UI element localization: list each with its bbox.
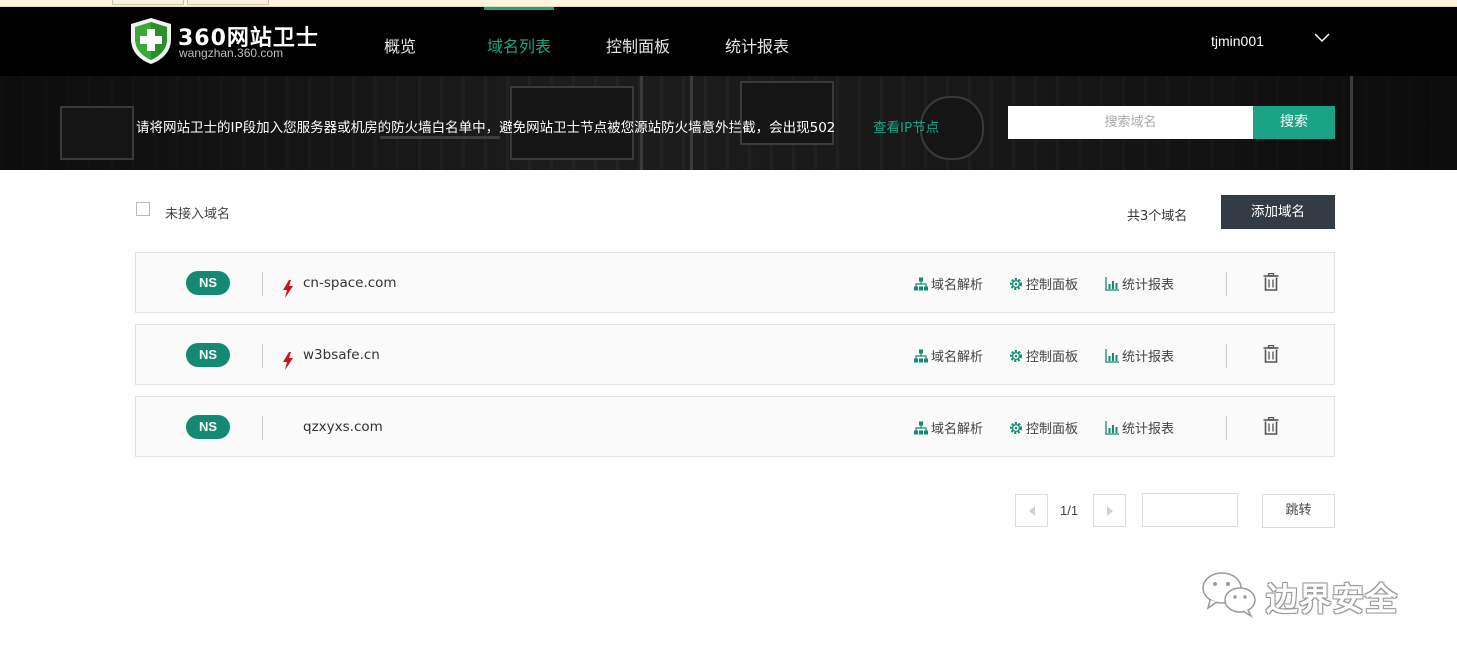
notice-banner: 请将网站卫士的IP段加入您服务器或机房的防火墙白名单中，避免网站卫士节点被您源站… — [0, 76, 1457, 170]
divider — [1226, 416, 1227, 440]
trash-icon[interactable] — [1263, 273, 1279, 291]
ns-badge: NS — [186, 415, 230, 439]
nav-item-domain-list[interactable]: 域名列表 — [487, 33, 551, 57]
gear-icon — [1010, 349, 1022, 362]
page-info: 1/1 — [1060, 503, 1079, 518]
domain-search-input[interactable] — [1008, 106, 1253, 139]
statistics-label: 统计报表 — [1122, 350, 1175, 365]
dns-resolve-label: 域名解析 — [931, 278, 984, 293]
add-domain-button[interactable]: 添加域名 — [1221, 195, 1335, 229]
trash-icon[interactable] — [1263, 417, 1279, 435]
statistics-label: 统计报表 — [1122, 422, 1175, 437]
divider — [262, 272, 263, 296]
dns-resolve-link[interactable]: 域名解析 — [914, 274, 983, 293]
firewall-notice: 请将网站卫士的IP段加入您服务器或机房的防火墙白名单中，避免网站卫士节点被您源站… — [136, 120, 836, 136]
view-ip-nodes-link[interactable]: 查看IP节点 — [873, 116, 939, 136]
banner-decoration — [60, 106, 134, 160]
jump-button[interactable]: 跳转 — [1262, 494, 1335, 528]
wechat-icon — [1202, 572, 1256, 618]
divider — [1226, 272, 1227, 296]
sitemap-icon — [914, 421, 928, 434]
browser-tab[interactable] — [187, 0, 269, 5]
top-navigation: 360网站卫士 wangzhan.360.com 概览 域名列表 控制面板 统计… — [0, 7, 1457, 76]
bar-chart-icon — [1105, 348, 1119, 363]
domain-row: NS cn-space.com 域名解析 控制面板 统计报表 — [135, 252, 1335, 313]
domain-name[interactable]: qzxyxs.com — [303, 419, 383, 435]
ns-badge: NS — [186, 271, 230, 295]
domain-name[interactable]: cn-space.com — [303, 275, 397, 291]
statistics-link[interactable]: 统计报表 — [1105, 346, 1174, 365]
divider — [262, 344, 263, 368]
banner-decoration — [380, 136, 500, 139]
watermark-text: 边界安全 — [1266, 580, 1399, 618]
logo-subtitle: wangzhan.360.com — [179, 46, 284, 60]
unconnected-domains-label: 未接入域名 — [165, 207, 231, 222]
bar-chart-icon — [1105, 276, 1119, 291]
statistics-label: 统计报表 — [1122, 278, 1175, 293]
control-panel-label: 控制面板 — [1026, 350, 1079, 365]
prev-page-button[interactable] — [1015, 494, 1048, 527]
domain-row: NS w3bsafe.cn 域名解析 控制面板 统计报表 — [135, 324, 1335, 385]
unconnected-domains-checkbox[interactable] — [136, 202, 150, 216]
divider — [262, 416, 263, 440]
dns-resolve-label: 域名解析 — [931, 350, 984, 365]
shield-logo-icon — [131, 18, 171, 64]
chevron-down-icon[interactable] — [1314, 33, 1330, 43]
sitemap-icon — [914, 349, 928, 362]
nav-item-overview[interactable]: 概览 — [384, 33, 416, 57]
lightning-alert-icon — [283, 352, 293, 370]
browser-tab[interactable] — [112, 0, 184, 5]
gear-icon — [1010, 277, 1022, 290]
control-panel-label: 控制面板 — [1026, 422, 1079, 437]
nav-active-indicator — [484, 7, 554, 10]
ns-badge: NS — [186, 343, 230, 367]
trash-icon[interactable] — [1263, 345, 1279, 363]
banner-decoration — [1350, 76, 1353, 170]
user-name[interactable]: tjmin001 — [1211, 33, 1264, 49]
statistics-link[interactable]: 统计报表 — [1105, 274, 1174, 293]
dns-resolve-label: 域名解析 — [931, 422, 984, 437]
dns-resolve-link[interactable]: 域名解析 — [914, 418, 983, 437]
next-page-button[interactable] — [1093, 494, 1126, 527]
page-number-input[interactable] — [1142, 493, 1238, 527]
gear-icon — [1010, 421, 1022, 434]
nav-item-statistics[interactable]: 统计报表 — [725, 33, 789, 57]
caret-left-icon — [1029, 506, 1035, 516]
domain-name[interactable]: w3bsafe.cn — [303, 347, 380, 363]
bar-chart-icon — [1105, 420, 1119, 435]
control-panel-link[interactable]: 控制面板 — [1009, 346, 1078, 365]
lightning-alert-icon — [283, 280, 293, 298]
statistics-link[interactable]: 统计报表 — [1105, 418, 1174, 437]
control-panel-link[interactable]: 控制面板 — [1009, 418, 1078, 437]
domain-count: 共3个域名 — [1127, 209, 1188, 224]
sitemap-icon — [914, 277, 928, 290]
domain-row: NS qzxyxs.com 域名解析 控制面板 统计报表 — [135, 396, 1335, 457]
divider — [1226, 344, 1227, 368]
dns-resolve-link[interactable]: 域名解析 — [914, 346, 983, 365]
logo[interactable]: 360网站卫士 wangzhan.360.com — [129, 16, 339, 66]
control-panel-link[interactable]: 控制面板 — [1009, 274, 1078, 293]
browser-tab-strip — [0, 0, 1457, 7]
search-button[interactable]: 搜索 — [1253, 106, 1335, 139]
nav-item-control-panel[interactable]: 控制面板 — [606, 33, 670, 57]
caret-right-icon — [1107, 506, 1113, 516]
control-panel-label: 控制面板 — [1026, 278, 1079, 293]
